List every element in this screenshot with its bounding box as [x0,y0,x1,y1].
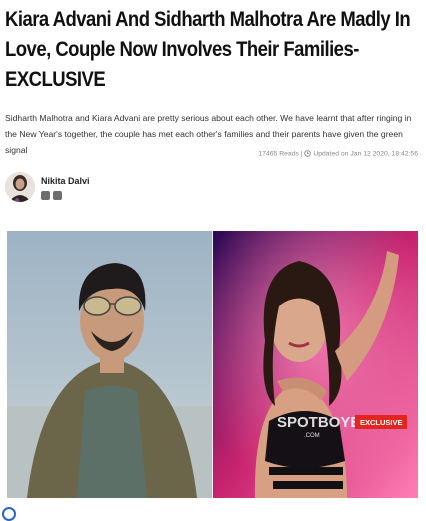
facebook-icon[interactable] [41,191,50,200]
spotboye-watermark-sub: .COM [304,433,320,439]
clock-icon [304,150,312,157]
article-headline: Kiara Advani And Sidharth Malhotra Are M… [5,7,411,91]
twitter-icon[interactable] [53,191,62,200]
author-byline: Nikita Dalvi [5,172,205,206]
article-meta: 17465 Reads | Updated on Jan 12 2020, 18… [258,150,418,157]
spotboye-watermark: SPOTBOYE [277,414,360,431]
author-social-links [41,191,62,200]
exclusive-badge: EXCLUSIVE [360,418,403,427]
article-hero-image: SPOTBOYE .COM EXCLUSIVE [7,231,418,498]
author-name[interactable]: Nikita Dalvi [41,176,90,186]
updated-timestamp: Updated on Jan 12 2020, 18:42:56 [313,150,418,158]
read-count: 17465 Reads | [258,150,303,158]
scroll-indicator-dot[interactable] [2,507,16,521]
author-avatar[interactable] [5,172,35,202]
